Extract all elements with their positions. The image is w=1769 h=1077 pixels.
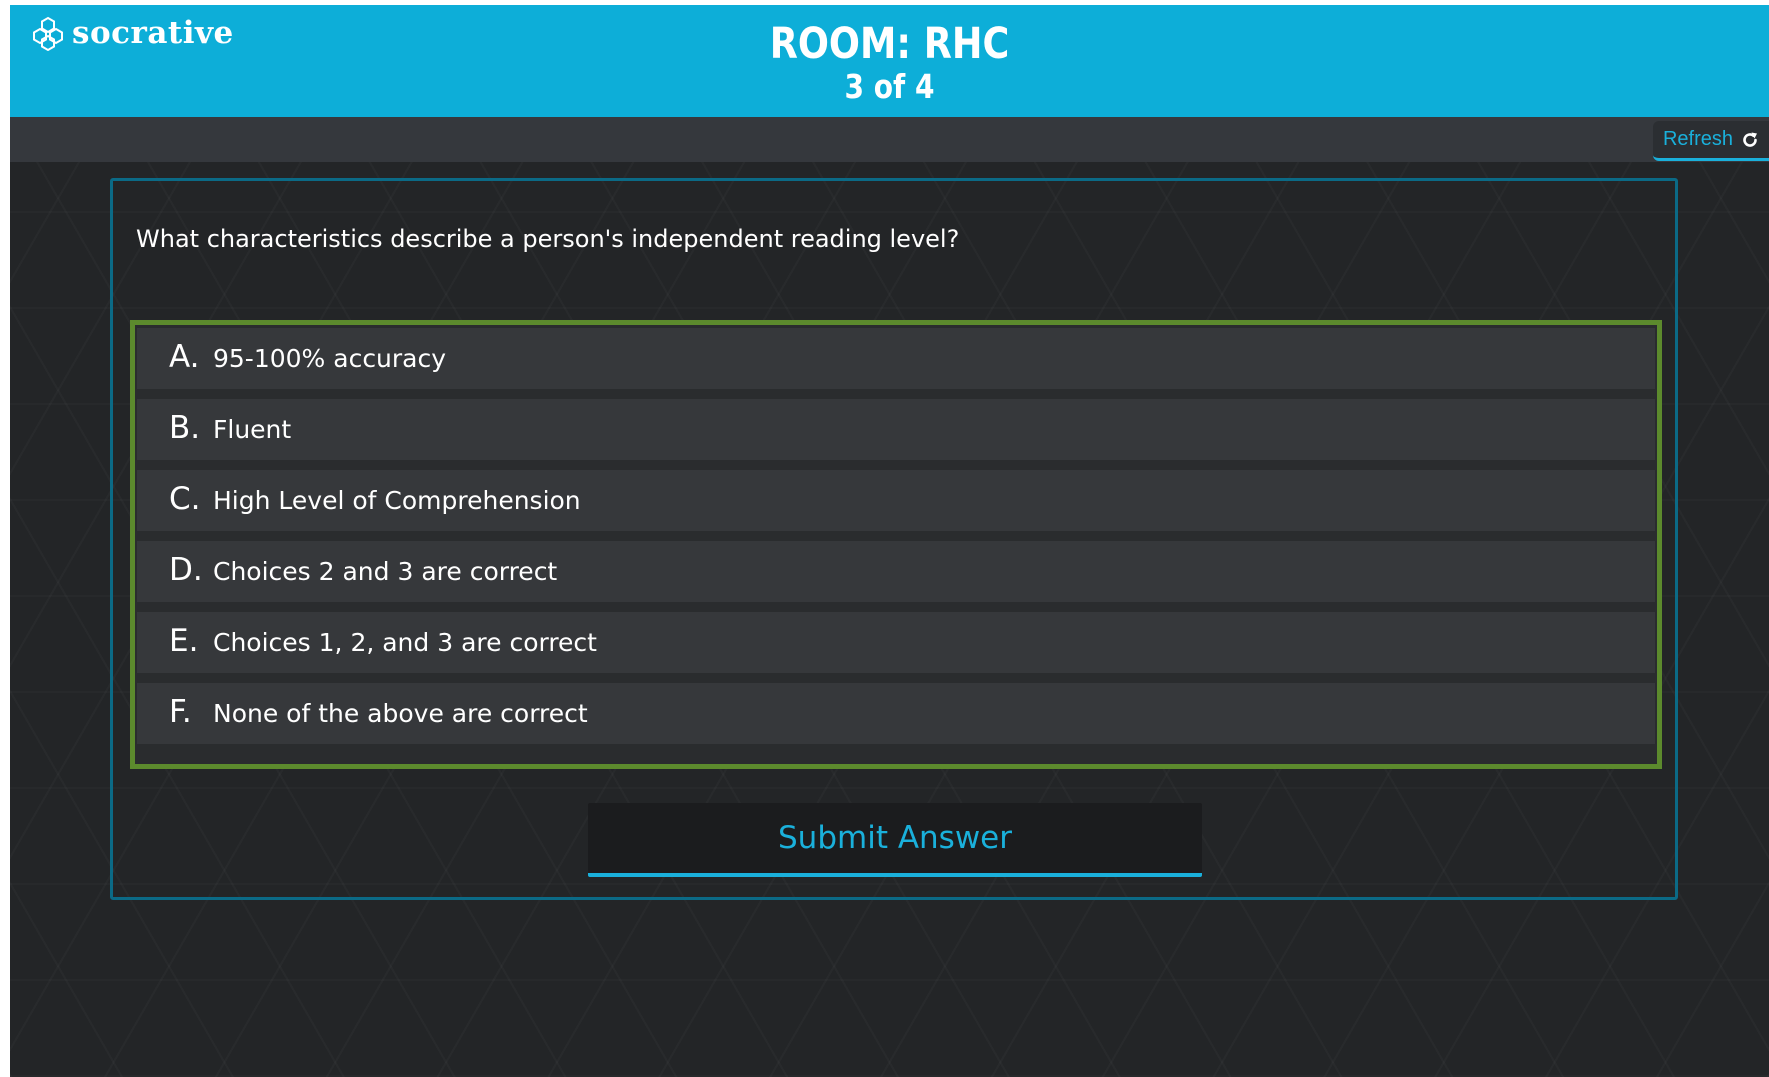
choice-a[interactable]: A. 95-100% accuracy — [137, 328, 1655, 389]
refresh-icon — [1743, 132, 1757, 147]
socrative-hexagon-icon — [33, 16, 63, 51]
choice-letter: B. — [169, 409, 201, 446]
choice-text: 95-100% accuracy — [213, 344, 447, 373]
question-progress: 3 of 4 — [844, 67, 935, 106]
choice-letter: F. — [169, 693, 192, 730]
choice-text: High Level of Comprehension — [213, 486, 581, 515]
submit-answer-button[interactable]: Submit Answer — [588, 803, 1202, 877]
choice-text: None of the above are correct — [213, 699, 588, 728]
refresh-label: Refresh — [1662, 128, 1733, 150]
question-text: What characteristics describe a person's… — [136, 225, 960, 253]
refresh-button[interactable]: Refresh — [1652, 121, 1769, 161]
choice-d[interactable]: D. Choices 2 and 3 are correct — [137, 541, 1655, 602]
answer-choices: A. 95-100% accuracy B. Fluent C. High Le… — [130, 320, 1662, 769]
choice-letter: E. — [169, 622, 199, 659]
header-bar: socrative ROOM: RHC 3 of 4 — [10, 5, 1769, 117]
choice-letter: D. — [169, 551, 203, 588]
choice-e[interactable]: E. Choices 1, 2, and 3 are correct — [137, 612, 1655, 673]
question-panel: What characteristics describe a person's… — [110, 178, 1678, 900]
choice-letter: A. — [169, 338, 200, 375]
room-title: ROOM: RHC — [769, 19, 1010, 69]
choice-text: Fluent — [213, 415, 292, 444]
choice-text: Choices 2 and 3 are correct — [213, 557, 558, 586]
choice-text: Choices 1, 2, and 3 are correct — [213, 628, 597, 657]
quiz-app: socrative ROOM: RHC 3 of 4 Refresh What … — [10, 5, 1769, 1077]
choice-f[interactable]: F. None of the above are correct — [137, 683, 1655, 744]
toolbar — [10, 117, 1769, 162]
choice-letter: C. — [169, 480, 201, 517]
choice-b[interactable]: B. Fluent — [137, 399, 1655, 460]
choice-c[interactable]: C. High Level of Comprehension — [137, 470, 1655, 531]
